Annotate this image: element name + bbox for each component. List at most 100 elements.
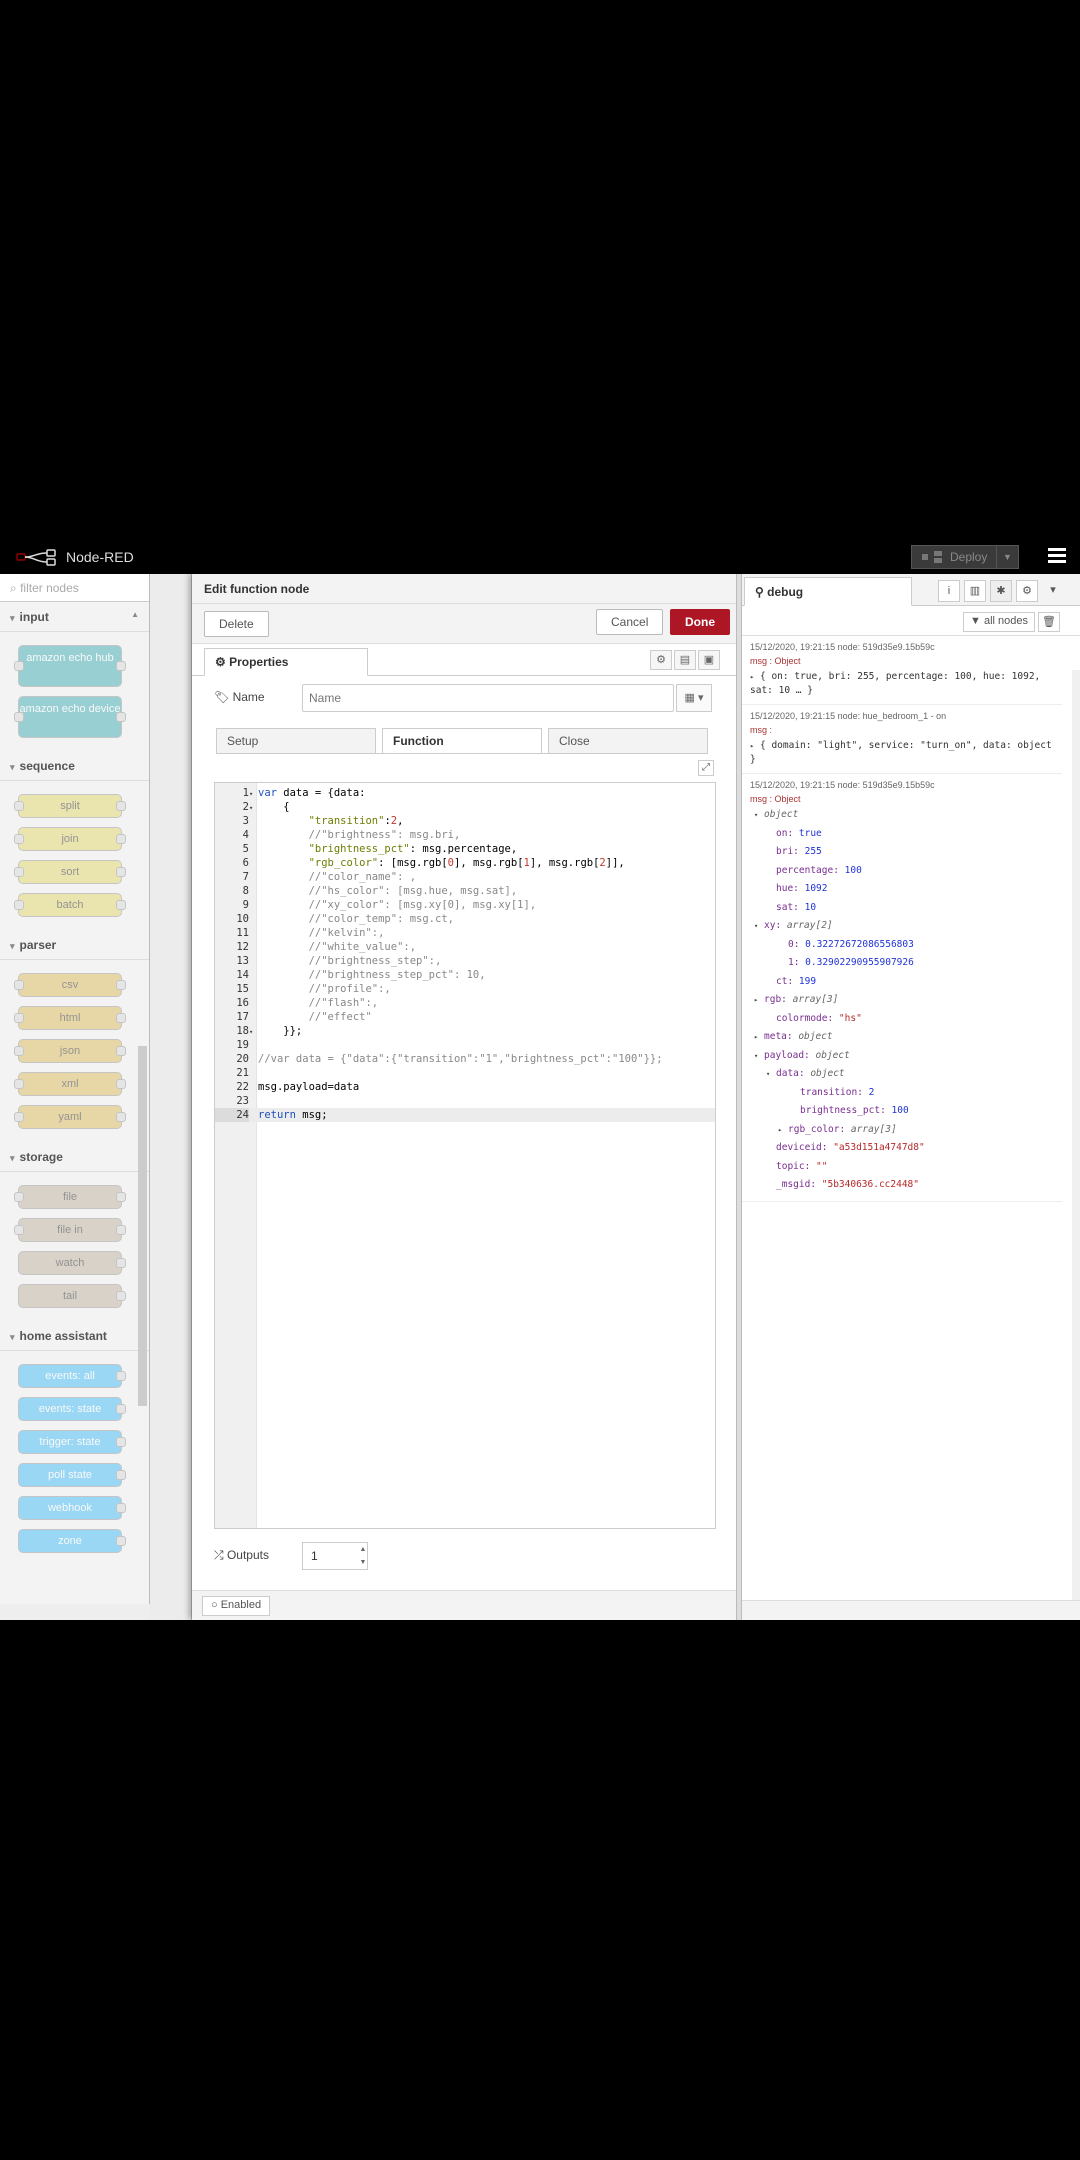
enabled-toggle[interactable]: ○ Enabled — [202, 1596, 271, 1616]
tree-row[interactable]: ▸ rgb: array[3] — [750, 991, 1056, 1010]
fold-toggle-icon[interactable]: ▾ — [249, 1025, 257, 1039]
palette-scrollbar[interactable] — [138, 1046, 147, 1406]
palette-node-sort[interactable]: sort — [14, 860, 126, 884]
library-book-icon[interactable]: ▦ ▾ — [676, 684, 712, 712]
code-line[interactable]: 13 //"brightness_step":, — [215, 954, 715, 968]
spinner-arrows-icon[interactable]: ▲ ▼ — [358, 1543, 368, 1569]
palette-node-trigger-state[interactable]: trigger: state — [18, 1430, 126, 1454]
palette-node-yaml[interactable]: yaml — [14, 1105, 126, 1129]
palette-category-sequence[interactable]: ▾ sequence — [0, 751, 149, 781]
delete-button[interactable]: Delete — [204, 611, 269, 637]
tab-setup[interactable]: Setup — [216, 728, 376, 754]
palette-node-watch[interactable]: watch — [18, 1251, 126, 1275]
message-node-link[interactable]: node: 519d35e9.15b59c — [838, 642, 935, 652]
palette-node-tail[interactable]: tail — [18, 1284, 126, 1308]
palette-node-json[interactable]: json — [14, 1039, 126, 1063]
code-line[interactable]: 21 — [215, 1066, 715, 1080]
code-line[interactable]: 14 //"brightness_step_pct": 10, — [215, 968, 715, 982]
deploy-menu-caret-icon[interactable]: ▼ — [996, 546, 1018, 568]
code-line[interactable]: 22 msg.payload=data — [215, 1080, 715, 1094]
code-line[interactable]: 15 //"profile":, — [215, 982, 715, 996]
message-node-link[interactable]: node: 519d35e9.15b59c — [838, 780, 935, 790]
done-button[interactable]: Done — [670, 609, 730, 635]
palette-category-home-assistant[interactable]: ▾ home assistant — [0, 1321, 149, 1351]
palette-node-events-all[interactable]: events: all — [18, 1364, 126, 1388]
palette-category-input[interactable]: ▾ input ▲ — [0, 602, 149, 632]
tree-caret-icon[interactable]: ▾ — [754, 806, 764, 825]
deploy-button[interactable]: Deploy ▼ — [911, 545, 1019, 569]
tree-row[interactable]: ▾ xy: array[2] — [750, 917, 1056, 936]
code-line[interactable]: 5 "brightness_pct": msg.percentage, — [215, 842, 715, 856]
palette-node-webhook[interactable]: webhook — [18, 1496, 126, 1520]
palette-node-file-in[interactable]: file in — [14, 1218, 126, 1242]
appearance-icon[interactable]: ▣ — [698, 650, 720, 670]
tree-row[interactable]: ▾ payload: object — [750, 1047, 1056, 1066]
palette-node-events-state[interactable]: events: state — [18, 1397, 126, 1421]
code-line[interactable]: 1▾ var data = {data: — [215, 786, 715, 800]
code-line[interactable]: 12 //"white_value":, — [215, 940, 715, 954]
code-line[interactable]: 11 //"kelvin":, — [215, 926, 715, 940]
palette-node-xml[interactable]: xml — [14, 1072, 126, 1096]
tree-caret-icon[interactable]: ▸ — [754, 991, 764, 1010]
all-nodes-filter[interactable]: ▼ all nodes — [963, 612, 1035, 632]
code-line[interactable]: 10 //"color_temp": msg.ct, — [215, 912, 715, 926]
code-line[interactable]: 20 //var data = {"data":{"transition":"1"… — [215, 1052, 715, 1066]
code-editor[interactable]: 1▾ var data = {data: 2▾ {3 "transition":2,… — [214, 782, 716, 1529]
tree-row[interactable]: ▾ data: object — [750, 1065, 1056, 1084]
description-icon[interactable]: ▤ — [674, 650, 696, 670]
cancel-button[interactable]: Cancel — [596, 609, 664, 635]
message-summary[interactable]: ▸{ domain: "light", service: "turn_on", … — [750, 739, 1056, 767]
code-line[interactable]: 17 //"effect" — [215, 1010, 715, 1024]
sidebar-menu-caret-icon[interactable]: ▾ — [1042, 580, 1064, 602]
tree-row[interactable]: ▾ object — [750, 806, 1056, 825]
tree-row[interactable]: ▸ rgb_color: array[3] — [750, 1121, 1056, 1140]
code-line[interactable]: 7 //"color_name": , — [215, 870, 715, 884]
tab-properties[interactable]: ⚙ Properties — [204, 648, 368, 676]
filter-nodes-input[interactable]: ⌕ filter nodes — [0, 574, 149, 602]
code-line[interactable]: 2▾ { — [215, 800, 715, 814]
sidebar-scrollbar[interactable] — [1072, 670, 1080, 1610]
tree-caret-icon[interactable]: ▸ — [754, 1028, 764, 1047]
tree-caret-icon[interactable]: ▾ — [766, 1065, 776, 1084]
tree-row[interactable]: ▸ meta: object — [750, 1028, 1056, 1047]
settings-gear-icon[interactable]: ⚙ — [650, 650, 672, 670]
tab-function[interactable]: Function — [382, 728, 542, 754]
palette-node-poll-state[interactable]: poll state — [18, 1463, 126, 1487]
palette-category-parser[interactable]: ▾ parser — [0, 930, 149, 960]
tab-close[interactable]: Close — [548, 728, 708, 754]
debug-bug-icon[interactable]: ✱ — [990, 580, 1012, 602]
workspace-canvas[interactable] — [150, 574, 192, 1620]
code-line[interactable]: 9 //"xy_color": [msg.xy[0], msg.xy[1], — [215, 898, 715, 912]
code-line[interactable]: 4 //"brightness": msg.bri, — [215, 828, 715, 842]
message-node-link[interactable]: node: hue_bedroom_1 - on — [838, 711, 947, 721]
tree-caret-icon[interactable]: ▸ — [778, 1121, 788, 1140]
code-line[interactable]: 6 "rgb_color": [msg.rgb[0], msg.rgb[1], … — [215, 856, 715, 870]
palette-node-batch[interactable]: batch — [14, 893, 126, 917]
expand-editor-icon[interactable]: ⤢ — [698, 760, 714, 776]
main-menu-icon[interactable] — [1048, 548, 1066, 564]
code-line[interactable]: 8 //"hs_color": [msg.hue, msg.sat], — [215, 884, 715, 898]
tab-debug[interactable]: ⚲ debug — [744, 577, 912, 606]
info-icon[interactable]: i — [938, 580, 960, 602]
palette-node-csv[interactable]: csv — [14, 973, 126, 997]
palette-node-join[interactable]: join — [14, 827, 126, 851]
palette-node-zone[interactable]: zone — [18, 1529, 126, 1553]
fold-toggle-icon[interactable]: ▾ — [249, 801, 257, 815]
expand-caret-icon[interactable]: ▸ — [750, 670, 760, 684]
config-gear-icon[interactable]: ⚙ — [1016, 580, 1038, 602]
palette-node-split[interactable]: split — [14, 794, 126, 818]
name-input[interactable] — [302, 684, 674, 712]
message-summary[interactable]: ▸{ on: true, bri: 255, percentage: 100, … — [750, 670, 1056, 698]
palette-node-html[interactable]: html — [14, 1006, 126, 1030]
code-line[interactable]: 19 — [215, 1038, 715, 1052]
code-line[interactable]: 3 "transition":2, — [215, 814, 715, 828]
book-icon[interactable]: ▥ — [964, 580, 986, 602]
code-line[interactable]: 18▾ }}; — [215, 1024, 715, 1038]
trash-icon[interactable]: 🗑 — [1038, 612, 1060, 632]
tree-caret-icon[interactable]: ▾ — [754, 917, 764, 936]
code-line[interactable]: 16 //"flash":, — [215, 996, 715, 1010]
palette-category-storage[interactable]: ▾ storage — [0, 1142, 149, 1172]
palette-node-amazon-echo-device[interactable]: amazon echo device — [14, 696, 126, 738]
expand-caret-icon[interactable]: ▸ — [750, 739, 760, 753]
palette-node-file[interactable]: file — [14, 1185, 126, 1209]
